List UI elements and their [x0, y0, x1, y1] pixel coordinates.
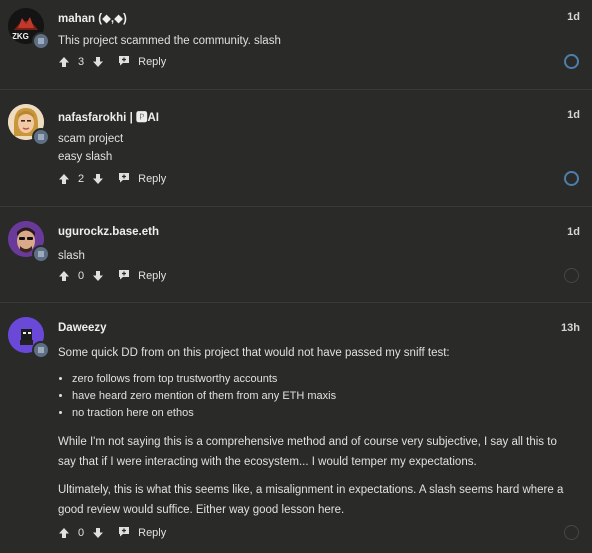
downvote-arrow-icon[interactable]	[92, 56, 104, 68]
timestamp: 1d	[567, 109, 580, 121]
author-name[interactable]: nafasfarokhi | 🅿AI	[58, 109, 159, 125]
reply-button[interactable]: Reply	[118, 269, 166, 283]
chain-badge-icon	[32, 245, 50, 263]
list-item: have heard zero mention of them from any…	[72, 388, 570, 405]
list-item: no traction here on ethos	[72, 405, 570, 422]
timestamp: 1d	[567, 226, 580, 238]
reply-label: Reply	[138, 56, 167, 68]
timestamp: 13h	[561, 322, 580, 334]
reply-icon	[118, 55, 130, 69]
comment-item: Daweezy 13h Some quick DD from on this p…	[0, 303, 592, 553]
comment-intro: Some quick DD from on this project that …	[58, 347, 450, 359]
comment-actions: 3 Reply	[58, 54, 166, 70]
timestamp: 1d	[567, 11, 580, 23]
avatar[interactable]	[8, 221, 50, 263]
upvote-arrow-icon[interactable]	[58, 173, 70, 185]
reply-icon	[118, 172, 130, 186]
reply-icon	[118, 269, 130, 283]
comment-paragraph: Ultimately, this is what this seems like…	[58, 484, 564, 516]
downvote-arrow-icon[interactable]	[92, 270, 104, 282]
comment-actions: 2 Reply	[58, 171, 166, 187]
comment-item: ugurockz.base.eth 1d slash 0 Reply	[0, 207, 592, 303]
downvote-arrow-icon[interactable]	[92, 527, 104, 539]
avatar[interactable]: ZKG	[8, 8, 50, 50]
vote-count: 0	[78, 270, 85, 282]
reply-button[interactable]: Reply	[118, 55, 166, 69]
reply-button[interactable]: Reply	[118, 172, 166, 186]
comment-item: nafasfarokhi | 🅿AI 1d scam project easy …	[0, 90, 592, 207]
downvote-arrow-icon[interactable]	[92, 173, 104, 185]
comment-line: This project scammed the community. slas…	[58, 35, 281, 47]
avatar[interactable]	[8, 104, 50, 146]
list-item: zero follows from top trustworthy accoun…	[72, 371, 570, 388]
vote-count: 0	[78, 527, 85, 539]
author-name[interactable]: Daweezy	[58, 322, 107, 334]
upvote-arrow-icon[interactable]	[58, 56, 70, 68]
comment-line: slash	[58, 250, 85, 262]
avatar[interactable]	[8, 317, 50, 359]
comment-text: slash	[58, 247, 568, 265]
comment-actions: 0 Reply	[58, 268, 166, 284]
status-ring-icon[interactable]	[564, 268, 579, 283]
comment-line: easy slash	[58, 151, 113, 163]
vote-count: 2	[78, 173, 85, 185]
upvote-arrow-icon[interactable]	[58, 270, 70, 282]
reply-label: Reply	[138, 527, 167, 539]
chain-badge-icon	[32, 341, 50, 359]
chain-badge-icon	[32, 128, 50, 146]
status-ring-icon[interactable]	[564, 171, 579, 186]
comment-item: ZKG mahan (◆,◆) 1d This project scammed …	[0, 0, 592, 90]
comment-actions: 0 Reply	[58, 525, 166, 541]
chain-badge-icon	[32, 32, 50, 50]
reply-icon	[118, 526, 130, 540]
comment-paragraph: While I'm not saying this is a comprehen…	[58, 436, 557, 468]
comment-text: Some quick DD from on this project that …	[58, 344, 570, 520]
author-name[interactable]: ugurockz.base.eth	[58, 226, 159, 238]
status-ring-icon[interactable]	[564, 54, 579, 69]
vote-count: 3	[78, 56, 85, 68]
bullet-list: zero follows from top trustworthy accoun…	[58, 371, 570, 422]
reply-label: Reply	[138, 173, 167, 185]
status-ring-icon[interactable]	[564, 525, 579, 540]
reply-label: Reply	[138, 270, 167, 282]
comment-text: scam project easy slash	[58, 130, 568, 166]
upvote-arrow-icon[interactable]	[58, 527, 70, 539]
avatar-text: ZKG	[12, 32, 29, 41]
comment-line: scam project	[58, 133, 124, 145]
comment-text: This project scammed the community. slas…	[58, 32, 568, 50]
reply-button[interactable]: Reply	[118, 526, 166, 540]
author-name[interactable]: mahan (◆,◆)	[58, 11, 127, 25]
comment-feed: ZKG mahan (◆,◆) 1d This project scammed …	[0, 0, 592, 553]
